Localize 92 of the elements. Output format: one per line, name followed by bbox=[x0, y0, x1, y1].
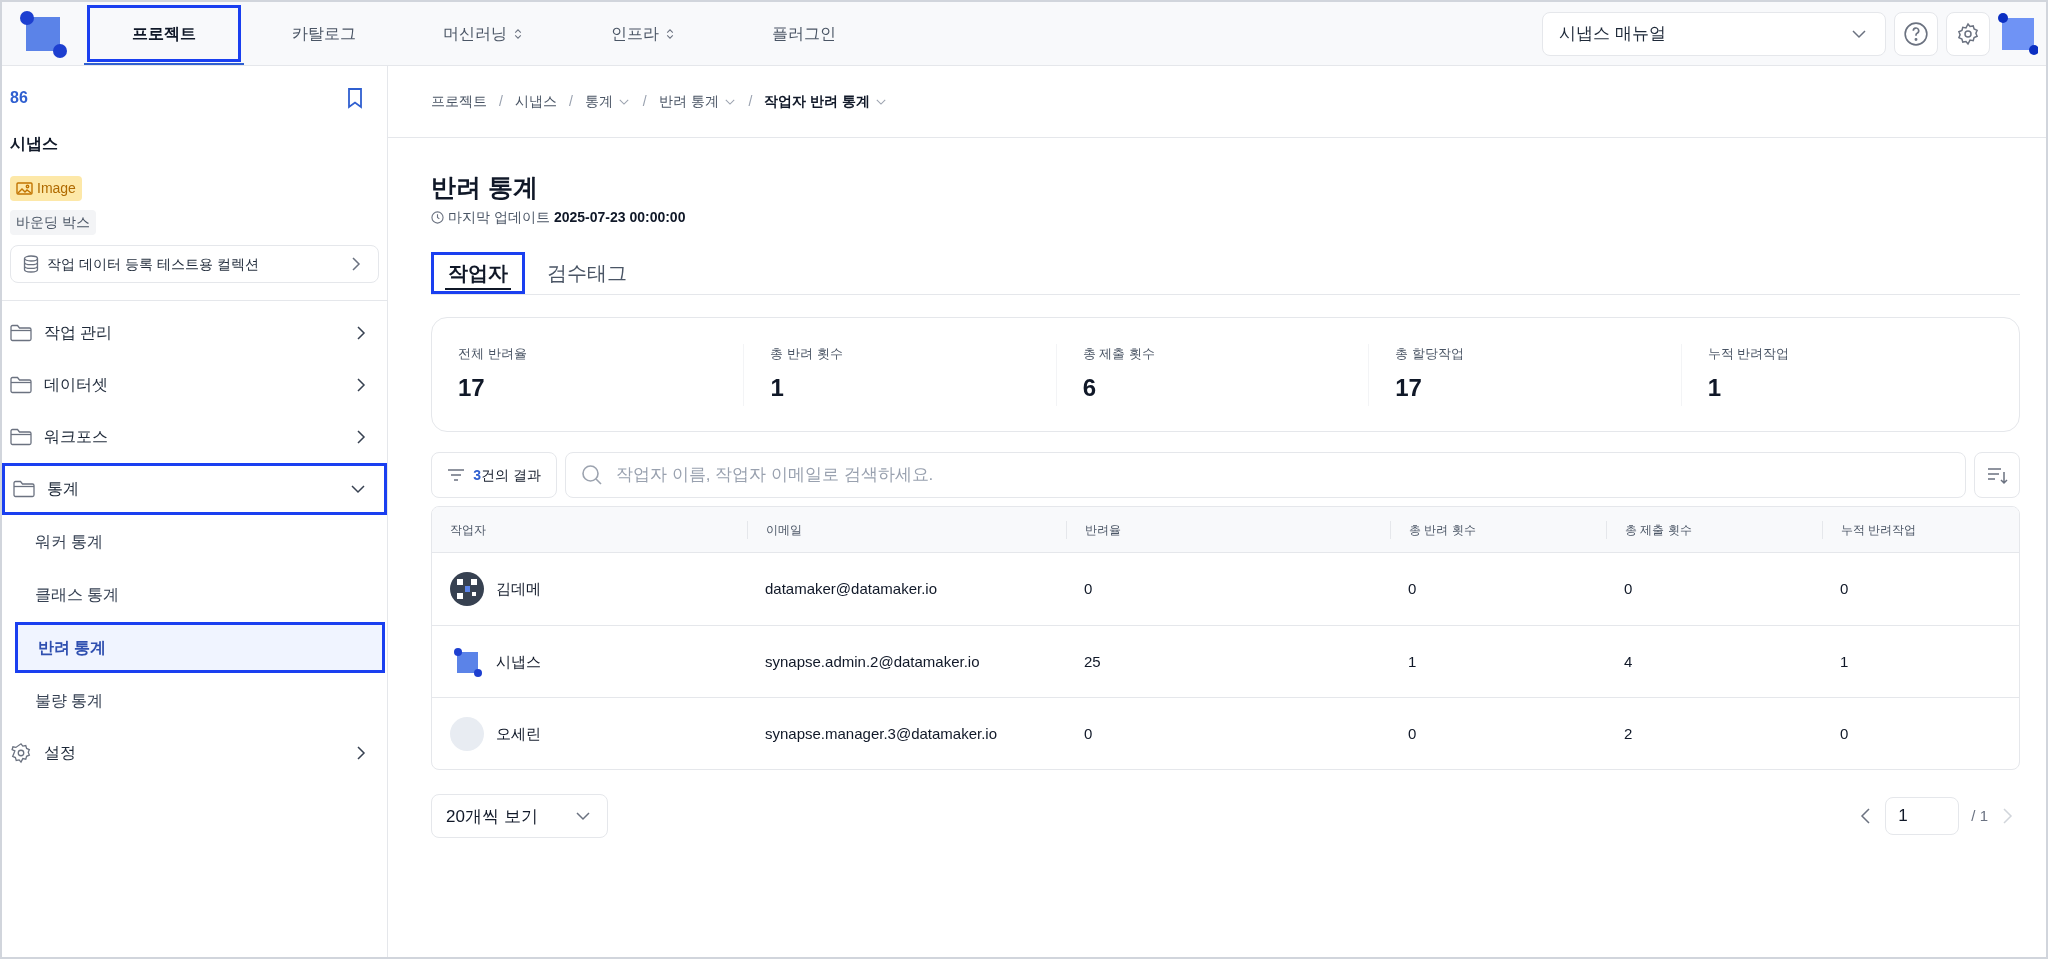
database-icon bbox=[23, 255, 39, 273]
sidebar-item[interactable]: 데이터셋 bbox=[2, 359, 387, 411]
breadcrumb-separator: / bbox=[499, 92, 503, 111]
breadcrumb-link[interactable]: 시냅스 bbox=[514, 91, 557, 112]
stat-value: 17 bbox=[458, 372, 486, 403]
breadcrumb-link[interactable]: 프로젝트 bbox=[431, 91, 487, 112]
breadcrumb-link[interactable]: 통계 bbox=[584, 91, 631, 112]
breadcrumb-link[interactable]: 작업자 반려 통계 bbox=[764, 91, 889, 112]
sidebar-subitem[interactable]: 불량 통계 bbox=[15, 675, 385, 726]
breadcrumb-separator: / bbox=[642, 92, 647, 111]
settings-icon bbox=[1956, 21, 1980, 46]
update-label: 마지막 업데이트 bbox=[448, 208, 550, 228]
breadcrumb-link[interactable]: 반려 통계 bbox=[658, 91, 737, 112]
sidebar-item[interactable]: 통계 bbox=[2, 463, 387, 515]
folder-icon bbox=[10, 428, 32, 446]
table-cell-text: synapse.manager.3@datamaker.io bbox=[765, 723, 998, 744]
folder-icon bbox=[10, 376, 32, 394]
table-cell-text: 0 bbox=[1084, 579, 1093, 599]
tag-badge: 바운딩 박스 bbox=[10, 210, 96, 235]
sidebar-subitem[interactable]: 클래스 통계 bbox=[15, 569, 385, 620]
bookmark-icon[interactable] bbox=[345, 87, 365, 109]
stat-label: 총 제출 횟수 bbox=[1082, 345, 1157, 363]
stat-value: 17 bbox=[1395, 372, 1423, 403]
user-name: 오세린 bbox=[496, 723, 541, 744]
image-badge: Image bbox=[10, 176, 82, 201]
pattern-avatar-icon bbox=[450, 572, 484, 607]
sidebar-item[interactable]: 설정 bbox=[2, 727, 387, 779]
table-cell-text: 0 bbox=[1084, 723, 1093, 744]
breadcrumb-separator: / bbox=[568, 92, 573, 111]
table-cell-text: 25 bbox=[1084, 651, 1101, 672]
stat-label: 누적 반려작업 bbox=[1707, 345, 1791, 363]
sidebar-item[interactable]: 작업 관리 bbox=[2, 307, 387, 359]
collection-button[interactable]: 작업 데이터 등록 테스트용 컬렉션 bbox=[10, 245, 379, 283]
avatar-icon[interactable] bbox=[1998, 11, 2038, 56]
clock-icon bbox=[431, 211, 444, 225]
column-header[interactable]: 총 반려 횟수 bbox=[1409, 522, 1476, 537]
table-cell-text: 1 bbox=[1840, 651, 1849, 672]
column-header[interactable]: 총 제출 횟수 bbox=[1625, 522, 1692, 537]
stat-value: 6 bbox=[1082, 372, 1098, 403]
table-cell-text: 0 bbox=[1840, 579, 1849, 599]
nav-tab[interactable]: 플러그인 bbox=[724, 2, 884, 65]
search-field[interactable]: 작업자 이름, 작업자 이메일로 검색하세요. bbox=[565, 452, 1966, 499]
sidebar-subitem[interactable]: 워커 통계 bbox=[15, 516, 385, 567]
page-size-select[interactable]: 20개씩 보기 bbox=[431, 794, 608, 839]
nav-tab[interactable]: 인프라 bbox=[564, 2, 724, 65]
filter-icon bbox=[447, 468, 466, 483]
settings-button[interactable] bbox=[1946, 11, 1990, 56]
breadcrumb-separator: / bbox=[748, 92, 753, 111]
stat-label: 총 할당작업 bbox=[1395, 345, 1465, 363]
column-header[interactable]: 반려율 bbox=[1085, 522, 1121, 537]
result-count-button[interactable]: 3건의 결과 bbox=[431, 452, 557, 499]
help-button[interactable] bbox=[1894, 11, 1938, 56]
table-cell-text: 0 bbox=[1624, 579, 1633, 599]
logo-icon[interactable] bbox=[18, 8, 68, 59]
table-cell-text: 2 bbox=[1624, 723, 1633, 744]
page-input[interactable]: 1 bbox=[1885, 797, 1960, 836]
manual-select[interactable]: 시냅스 매뉴얼 bbox=[1542, 11, 1886, 56]
stat-value: 1 bbox=[770, 372, 785, 403]
table-cell-text: datamaker@datamaker.io bbox=[765, 579, 937, 599]
search-icon bbox=[581, 464, 603, 487]
column-header[interactable]: 작업자 bbox=[450, 522, 486, 537]
column-header[interactable]: 누적 반려작업 bbox=[1841, 522, 1917, 537]
nav-tab[interactable]: 카탈로그 bbox=[244, 2, 404, 65]
stat-label: 총 반려 횟수 bbox=[770, 345, 844, 363]
project-id: 86 bbox=[10, 88, 28, 108]
sidebar-subitem[interactable]: 반려 통계 bbox=[15, 622, 385, 673]
image-icon bbox=[16, 182, 33, 195]
table-cell-text: synapse.admin.2@datamaker.io bbox=[765, 651, 980, 672]
table-cell-text: 0 bbox=[1408, 723, 1417, 744]
table-cell-text: 0 bbox=[1408, 579, 1417, 599]
help-icon bbox=[1903, 20, 1929, 47]
page-total: / 1 bbox=[1971, 806, 1988, 826]
tab[interactable]: 검수태그 bbox=[533, 252, 641, 295]
sidebar-item[interactable]: 워크포스 bbox=[2, 411, 387, 463]
page-title: 반려 통계 bbox=[431, 172, 539, 203]
table-cell-text: 1 bbox=[1408, 651, 1417, 672]
settings-icon bbox=[10, 742, 32, 764]
update-time: 2025-07-23 00:00:00 bbox=[553, 208, 686, 228]
table-cell-text: 4 bbox=[1624, 651, 1633, 672]
user-name: 시냅스 bbox=[496, 651, 541, 672]
nav-tab[interactable]: 프로젝트 bbox=[84, 2, 244, 65]
tab[interactable]: 작업자 bbox=[431, 252, 525, 295]
column-header[interactable]: 이메일 bbox=[766, 522, 802, 537]
stat-value: 1 bbox=[1707, 372, 1722, 403]
table-cell-text: 0 bbox=[1840, 723, 1849, 744]
folder-icon bbox=[13, 480, 35, 498]
sort-button[interactable] bbox=[1974, 452, 2020, 499]
nav-tab[interactable]: 머신러닝 bbox=[404, 2, 564, 65]
user-name: 김데메 bbox=[496, 579, 541, 599]
folder-icon bbox=[10, 324, 32, 342]
stat-label: 전체 반려율 bbox=[458, 345, 528, 363]
project-name: 시냅스 bbox=[9, 134, 59, 154]
